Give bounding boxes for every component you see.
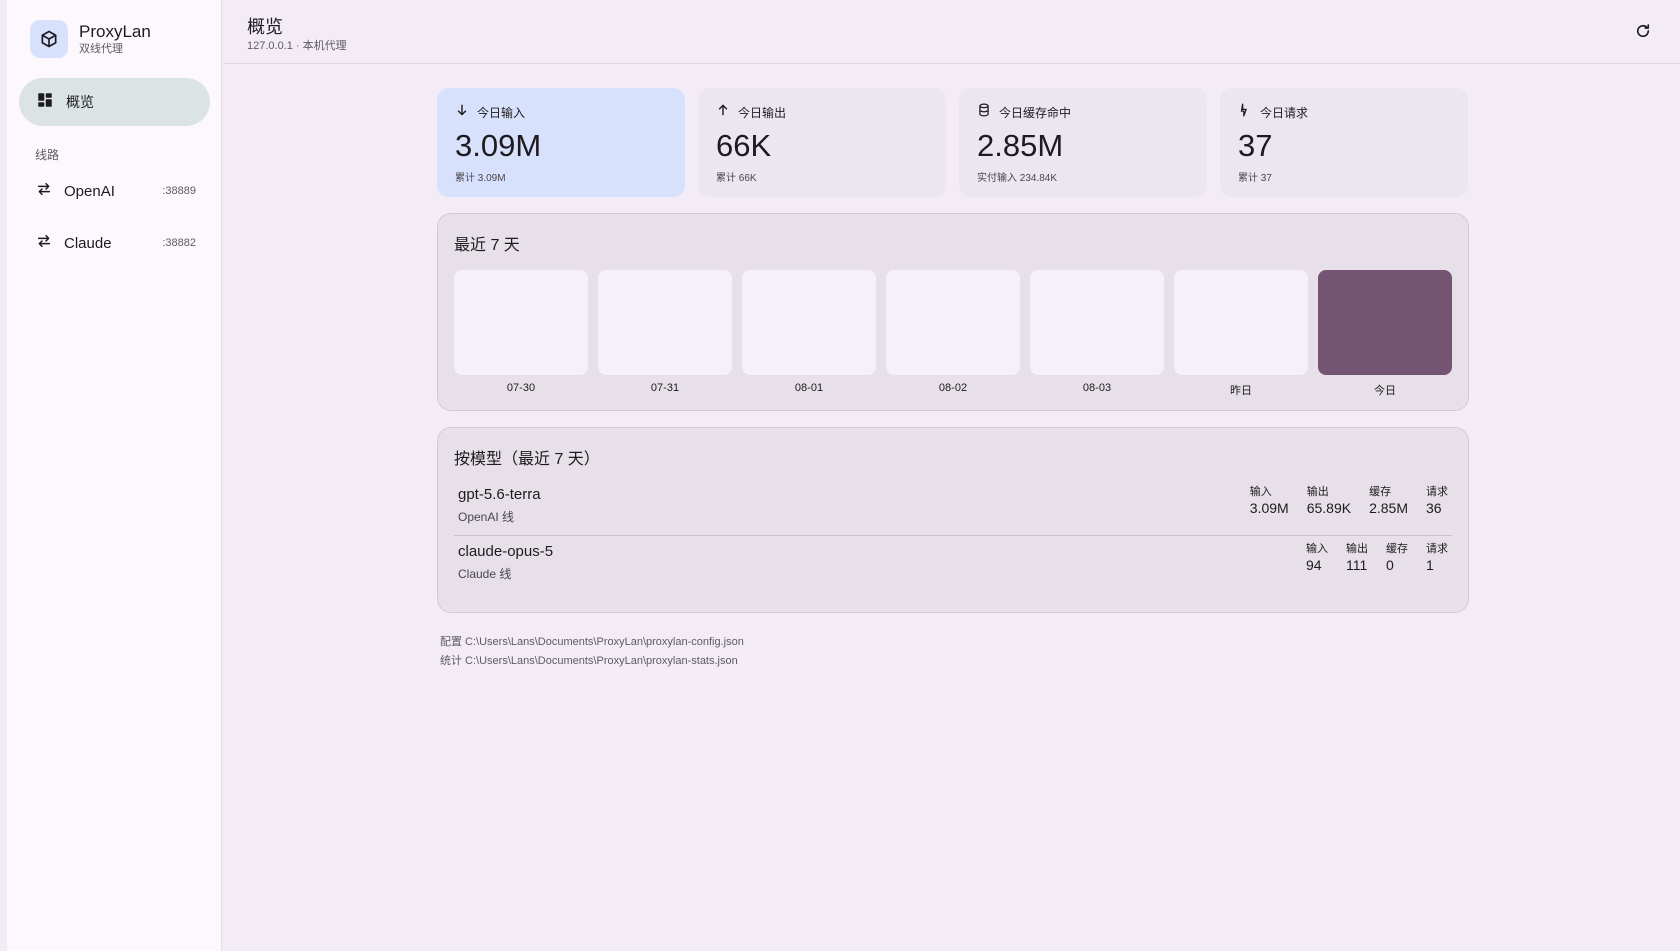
bolt-icon xyxy=(1238,103,1252,122)
stat-value-requests: 36 xyxy=(1426,500,1442,516)
day-box xyxy=(1174,270,1308,375)
page-subtitle: 127.0.0.1 · 本机代理 xyxy=(247,40,347,52)
route-label: OpenAI xyxy=(64,182,115,200)
day-box-today xyxy=(1318,270,1452,375)
app-window: ProxyLan 双线代理 概览 线路 OpenAI :38889 Claude… xyxy=(0,0,1680,951)
model-line: Claude 线 xyxy=(458,567,512,581)
table-row: gpt-5.6-terra OpenAI 线 输入 3.09M 输出 65.89K … xyxy=(454,479,1452,531)
day-label: 08-01 xyxy=(794,382,824,394)
day-label: 08-03 xyxy=(1082,382,1112,394)
stat-value-cache: 0 xyxy=(1386,557,1394,573)
section-label-routes: 线路 xyxy=(35,148,60,162)
day-label: 08-02 xyxy=(938,382,968,394)
day-label: 今日 xyxy=(1374,385,1396,397)
stat-value: 3.09M xyxy=(455,128,542,163)
day-tile-today[interactable]: 今日 xyxy=(1318,270,1452,398)
panel-title: 最近 7 天 xyxy=(454,237,520,254)
stat-title: 今日输入 xyxy=(477,105,526,120)
table-row: claude-opus-5 Claude 线 输入 94 输出 111 缓存 0 请求… xyxy=(454,535,1452,587)
stat-value-cache: 2.85M xyxy=(1369,500,1408,516)
day-box xyxy=(454,270,588,375)
stat-title: 今日缓存命中 xyxy=(999,105,1072,120)
stat-card-cache: 今日缓存命中 2.85M 实付输入 234.84K xyxy=(959,88,1207,197)
stat-title: 今日请求 xyxy=(1260,105,1309,120)
day-label: 07-31 xyxy=(650,382,680,394)
route-port: :38889 xyxy=(162,185,196,197)
sidebar: ProxyLan 双线代理 概览 线路 OpenAI :38889 Claude… xyxy=(7,0,222,951)
stat-key-cache: 缓存 xyxy=(1369,486,1392,498)
day-tile[interactable]: 07-31 xyxy=(598,270,732,394)
nav-item-overview[interactable]: 概览 xyxy=(19,78,210,126)
day-box xyxy=(742,270,876,375)
day-label: 昨日 xyxy=(1230,385,1252,397)
model-stats: 输入 94 输出 111 缓存 0 请求 1 xyxy=(1288,543,1448,574)
stat-key-requests: 请求 xyxy=(1426,486,1448,498)
sidebar-item-openai[interactable]: OpenAI :38889 xyxy=(19,169,210,213)
dashboard-icon xyxy=(36,91,54,114)
day-tile[interactable]: 08-03 xyxy=(1030,270,1164,394)
day-tile[interactable]: 08-01 xyxy=(742,270,876,394)
stat-card-output: 今日输出 66K 累计 66K xyxy=(698,88,946,197)
route-label: Claude xyxy=(64,234,112,252)
route-port: :38882 xyxy=(162,237,196,249)
swap-icon xyxy=(36,233,52,254)
cube-icon xyxy=(30,20,68,58)
model-line: OpenAI 线 xyxy=(458,510,515,524)
stat-value: 37 xyxy=(1238,128,1273,163)
stat-key-input: 输入 xyxy=(1306,543,1328,555)
file-paths: 配置 C:\Users\Lans\Documents\ProxyLan\prox… xyxy=(440,633,744,671)
top-bar: 概览 127.0.0.1 · 本机代理 xyxy=(223,0,1680,64)
stat-key-input: 输入 xyxy=(1249,486,1272,498)
stat-key-output: 输出 xyxy=(1346,543,1368,555)
stat-key-output: 输出 xyxy=(1306,486,1329,498)
stat-key-cache: 缓存 xyxy=(1386,543,1408,555)
panel-title: 按模型（最近 7 天） xyxy=(454,451,600,468)
app-subtitle: 双线代理 xyxy=(79,43,123,55)
day-tile[interactable]: 昨日 xyxy=(1174,270,1308,398)
stat-foot: 累计 66K xyxy=(716,173,757,184)
model-name: claude-opus-5 xyxy=(458,543,554,560)
day-box xyxy=(598,270,732,375)
stats-path: 统计 C:\Users\Lans\Documents\ProxyLan\prox… xyxy=(440,655,738,667)
day-tile[interactable]: 08-02 xyxy=(886,270,1020,394)
refresh-icon[interactable] xyxy=(1634,22,1654,42)
stat-foot: 累计 3.09M xyxy=(455,173,506,184)
stat-value-output: 65.89K xyxy=(1306,500,1352,516)
stat-value-requests: 1 xyxy=(1426,557,1434,573)
swap-icon xyxy=(36,181,52,202)
day-box xyxy=(886,270,1020,375)
brand: ProxyLan 双线代理 xyxy=(30,20,151,58)
nav-item-label: 概览 xyxy=(66,94,94,110)
stat-foot: 累计 37 xyxy=(1238,173,1272,184)
stat-card-input: 今日输入 3.09M 累计 3.09M xyxy=(437,88,685,197)
config-path: 配置 C:\Users\Lans\Documents\ProxyLan\prox… xyxy=(440,636,744,648)
arrow-down-icon xyxy=(455,103,469,122)
day-tile[interactable]: 07-30 xyxy=(454,270,588,394)
stat-value: 2.85M xyxy=(977,128,1064,163)
stat-value-output: 111 xyxy=(1346,557,1368,573)
page-title: 概览 xyxy=(247,17,283,37)
stat-value: 66K xyxy=(716,128,772,163)
database-icon xyxy=(977,103,991,122)
recent-7-days-panel: 最近 7 天 07-30 07-31 08-01 08-02 08-03 昨日 … xyxy=(437,213,1469,411)
stat-value-input: 3.09M xyxy=(1249,500,1289,516)
app-name: ProxyLan xyxy=(79,22,151,41)
stat-key-requests: 请求 xyxy=(1426,543,1448,555)
model-stats: 输入 3.09M 输出 65.89K 缓存 2.85M 请求 36 xyxy=(1232,486,1448,517)
arrow-up-icon xyxy=(716,103,730,122)
model-name: gpt-5.6-terra xyxy=(458,486,541,503)
stat-value-input: 94 xyxy=(1306,557,1322,573)
day-label: 07-30 xyxy=(506,382,536,394)
by-model-panel: 按模型（最近 7 天） gpt-5.6-terra OpenAI 线 输入 3.0… xyxy=(437,427,1469,613)
stat-title: 今日输出 xyxy=(738,105,787,120)
day-box xyxy=(1030,270,1164,375)
stat-card-requests: 今日请求 37 累计 37 xyxy=(1220,88,1468,197)
stat-foot: 实付输入 234.84K xyxy=(977,173,1058,184)
sidebar-item-claude[interactable]: Claude :38882 xyxy=(19,221,210,265)
